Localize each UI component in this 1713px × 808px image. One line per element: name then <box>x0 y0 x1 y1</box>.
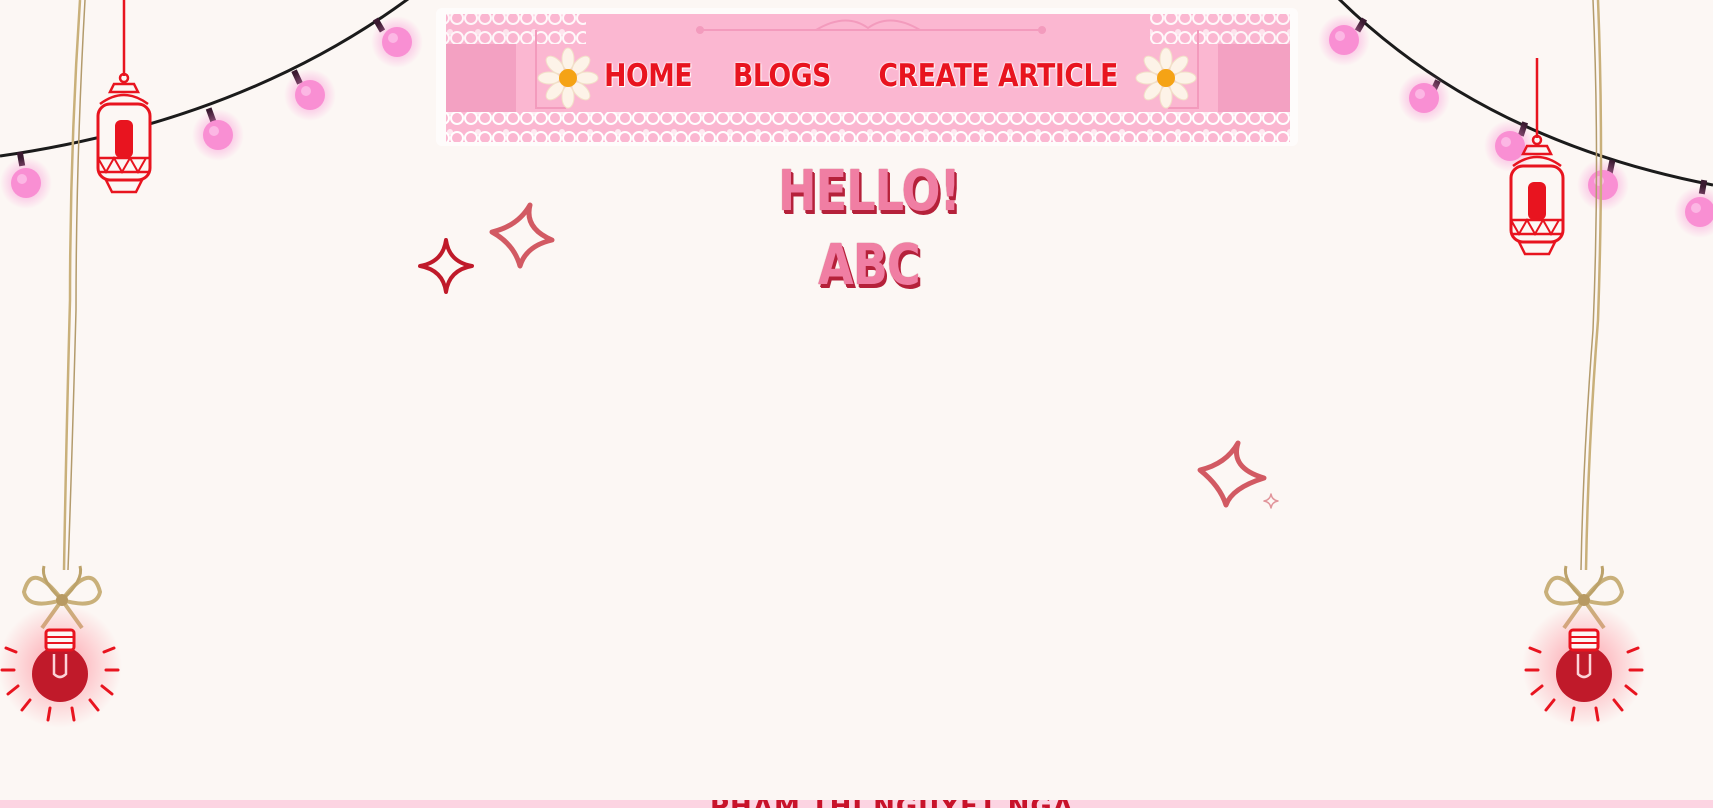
bulb-ornament-right <box>1520 564 1648 730</box>
nav-create-article-link[interactable]: CREATE ARTICLE <box>878 58 1118 94</box>
nav-links: HOME BLOGS CREATE ARTICLE <box>436 58 1298 94</box>
footer-bar: PHẠM THỊ NGUYỆT NGA <box>0 800 1713 808</box>
bulb-ornament-left <box>0 564 124 730</box>
footer-text: PHẠM THỊ NGUYỆT NGA <box>710 800 1074 808</box>
greeting: HELLO! ABC <box>0 155 1713 303</box>
nav-banner: HOME BLOGS CREATE ARTICLE <box>436 8 1298 146</box>
greeting-hello: HELLO! <box>778 159 961 224</box>
nav-home-link[interactable]: HOME <box>604 58 692 94</box>
greeting-username: ABC <box>818 233 921 298</box>
nav-blogs-link[interactable]: BLOGS <box>733 58 831 94</box>
